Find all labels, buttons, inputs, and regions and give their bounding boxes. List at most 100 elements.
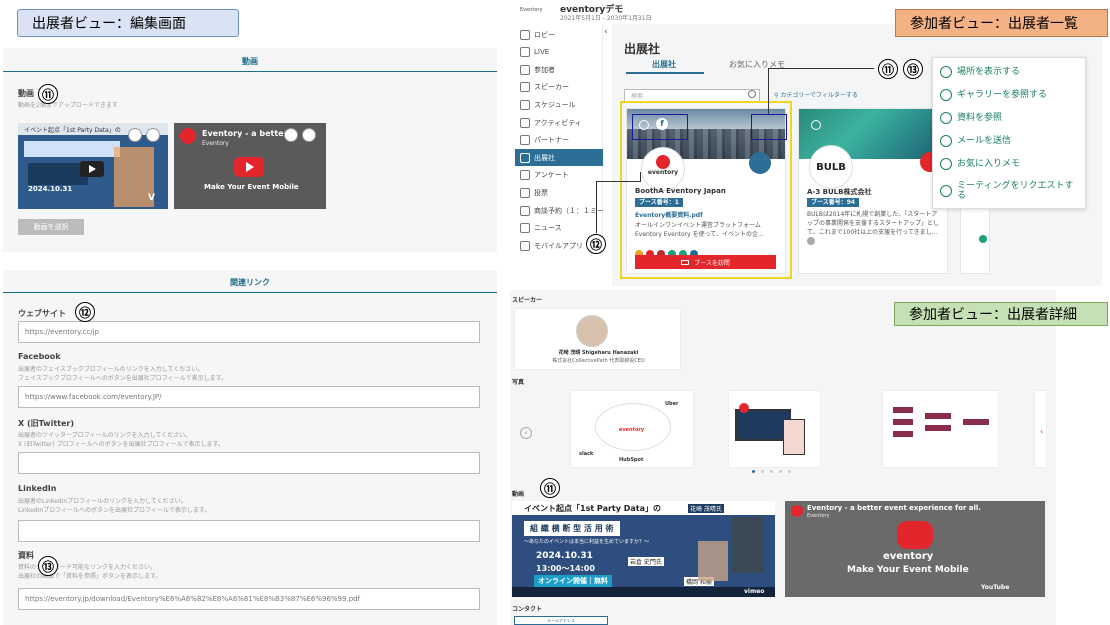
- context-menu-item[interactable]: メールを送信: [940, 135, 1080, 147]
- edit-icon[interactable]: [128, 128, 142, 142]
- document-input[interactable]: https://eventory.jp/download/Eventory%E6…: [18, 588, 480, 610]
- sidebar-item-icon: [520, 240, 530, 251]
- context-menu-item[interactable]: ミーティングをリクエストする: [940, 181, 1080, 201]
- linkedin-input[interactable]: [18, 520, 480, 542]
- icon-highlight-box-2: [751, 114, 787, 140]
- label-attendee-detail: 参加者ビュー：出展者詳細: [894, 302, 1108, 326]
- eventory-logo-icon: [897, 521, 933, 549]
- v2-youtube-label[interactable]: YouTube: [981, 584, 1009, 591]
- divider: [3, 71, 497, 72]
- globe-icon[interactable]: [811, 120, 821, 130]
- marker-11-list: ⑪: [878, 59, 898, 79]
- v1-time: 13:00〜14:00: [536, 564, 595, 573]
- photo-integrations[interactable]: eventory slack HubSpot Uber: [570, 390, 694, 468]
- marker-12-list: ⑫: [586, 234, 606, 254]
- sidebar-item-icon: [520, 82, 530, 93]
- visit-booth-button[interactable]: ブースを訪問: [635, 255, 776, 269]
- carousel-prev-icon[interactable]: ‹: [520, 427, 532, 439]
- sidebar-item[interactable]: アクティビティ: [515, 114, 603, 131]
- sidebar-collapse-icon[interactable]: ‹: [604, 27, 608, 37]
- card1-doc-link[interactable]: Eventory概要資料.pdf: [635, 210, 703, 219]
- sidebar-item-label: パートナー: [534, 136, 569, 145]
- youtube-play-icon[interactable]: [234, 157, 264, 177]
- video-thumbnail-2[interactable]: Eventory - a better... Eventory Make You…: [174, 123, 326, 209]
- links-section-header: 関連リンク: [230, 278, 270, 287]
- sidebar-item[interactable]: 参加者: [515, 61, 603, 78]
- app-logo: Eventory: [520, 7, 543, 13]
- facebook-label: Facebook: [18, 352, 61, 361]
- edit-icon[interactable]: [284, 128, 298, 142]
- facebook-help-2: フェイスブックプロフィールへのボタンを出展社プロフィールで表示します。: [18, 375, 227, 382]
- more-options-icon[interactable]: [749, 152, 771, 174]
- hub-hubspot: HubSpot: [619, 457, 644, 463]
- v1-vimeo-label: vimeo: [744, 588, 765, 595]
- tab-exhibitors[interactable]: 出展社: [652, 59, 676, 70]
- menu-item-label: ミーティングをリクエストする: [957, 181, 1074, 201]
- marker-11-editor: ⑪: [38, 84, 58, 104]
- facebook-input[interactable]: https://www.facebook.com/eventory.JP/: [18, 386, 480, 408]
- contact-email-button[interactable]: メールアドレス: [514, 616, 608, 625]
- linkedin-help-2: LinkedInプロフィールへのボタンを出展社プロフィールで表示します。: [18, 507, 211, 514]
- exhibitor-card-2[interactable]: BULB A-3 BULB株式会社 ブース番号：94 BULBは2014年に札幌…: [798, 108, 948, 274]
- delete-icon[interactable]: [302, 128, 316, 142]
- v1-date: 2024.10.31: [536, 551, 593, 561]
- sidebar-item[interactable]: アンケート: [515, 167, 603, 184]
- sidebar-item[interactable]: ロビー: [515, 26, 603, 43]
- contact-section-title: コンタクト: [512, 606, 543, 613]
- speaker-avatar: [576, 315, 608, 347]
- detail-video-1[interactable]: イベント起点「1st Party Data」の 組 織 横 断 型 活 用 術 …: [512, 501, 775, 597]
- v1-subtitle: 〜あなたのイベントは本当に利益を生めていますか？〜: [524, 539, 650, 545]
- video-control-bar[interactable]: [512, 587, 775, 597]
- connector-line: [596, 181, 597, 233]
- thumb2-tagline: Make Your Event Mobile: [204, 183, 299, 191]
- sidebar-item[interactable]: 出展社: [515, 149, 603, 167]
- context-menu-item[interactable]: ギャラリーを参照する: [940, 89, 1080, 101]
- speaker-card[interactable]: 花崎 茂晴 Shigeharu Hanazaki 株式会社CollectiveP…: [514, 308, 681, 370]
- play-icon[interactable]: [80, 161, 104, 177]
- document-help-2: 出展社の画面で「資料を参照」ボタンを表示します。: [18, 573, 162, 580]
- sidebar-item-label: 商談予約（１：１ミーティング）: [534, 206, 603, 215]
- twitter-input[interactable]: [18, 452, 480, 474]
- context-menu-item[interactable]: 資料を参照: [940, 112, 1080, 124]
- vimeo-icon: V: [148, 193, 155, 203]
- sidebar-item-label: ロビー: [534, 30, 555, 39]
- sidebar-item-icon: [520, 187, 530, 198]
- sidebar-item[interactable]: 商談予約（１：１ミーティング）: [515, 202, 603, 219]
- video-section-title: 動画: [512, 491, 525, 498]
- sidebar-item[interactable]: 投票: [515, 184, 603, 201]
- icon-highlight-box-1: [632, 114, 688, 140]
- divider: [3, 292, 497, 293]
- card2-booth-badge: ブース番号：94: [807, 198, 860, 207]
- carousel-next-icon[interactable]: ‹: [1040, 427, 1043, 436]
- search-icon[interactable]: [748, 90, 756, 98]
- context-menu-item[interactable]: お気に入りメモ: [940, 158, 1080, 170]
- twitter-help-1: 出展者のツイッタープロフィールのリンクを入力してください。: [18, 432, 192, 439]
- sidebar-item[interactable]: LIVE: [515, 44, 603, 61]
- video-thumbnail-1[interactable]: イベント起点「1st Party Data」の 2024.10.31 V: [18, 123, 168, 209]
- detail-video-2[interactable]: Eventory - a better event experience for…: [785, 501, 1045, 597]
- v1-speaker-1: 花崎 茂晴氏: [688, 504, 724, 513]
- card2-description: BULBは2014年に札幌で創業した、「スタートアップの事業開発を支援するスター…: [807, 211, 940, 236]
- card1-booth-badge: ブース番号：1: [635, 198, 683, 207]
- sidebar-item[interactable]: ニュース: [515, 220, 603, 237]
- sidebar-item-label: 投票: [534, 188, 548, 197]
- context-menu-item[interactable]: 場所を表示する: [940, 66, 1080, 78]
- delete-icon[interactable]: [146, 128, 160, 142]
- photo-devices[interactable]: [728, 390, 821, 468]
- sidebar-item[interactable]: パートナー: [515, 132, 603, 149]
- filter-label: カテゴリーでフィルターする: [780, 92, 858, 99]
- channel-avatar: [180, 128, 196, 144]
- select-video-button[interactable]: 動画を選択: [18, 219, 84, 235]
- thumb2-subtitle: Eventory: [202, 140, 229, 147]
- photo-flowchart[interactable]: [882, 390, 999, 468]
- video-icon: [681, 259, 690, 265]
- website-input[interactable]: https://eventory.cc/jp: [18, 321, 480, 343]
- sidebar-item[interactable]: スケジュール: [515, 96, 603, 113]
- links-editor-panel: 関連リンク ウェブサイト https://eventory.cc/jp Face…: [3, 270, 497, 625]
- filter-link[interactable]: ⚲ カテゴリーでフィルターする: [774, 90, 858, 99]
- sidebar-item[interactable]: スピーカー: [515, 79, 603, 96]
- sidebar-item-icon: [520, 29, 530, 40]
- sidebar-item-icon: [520, 223, 530, 234]
- linkedin-label: LinkedIn: [18, 484, 57, 493]
- card1-name: BoothA Eventory Japan: [635, 187, 726, 195]
